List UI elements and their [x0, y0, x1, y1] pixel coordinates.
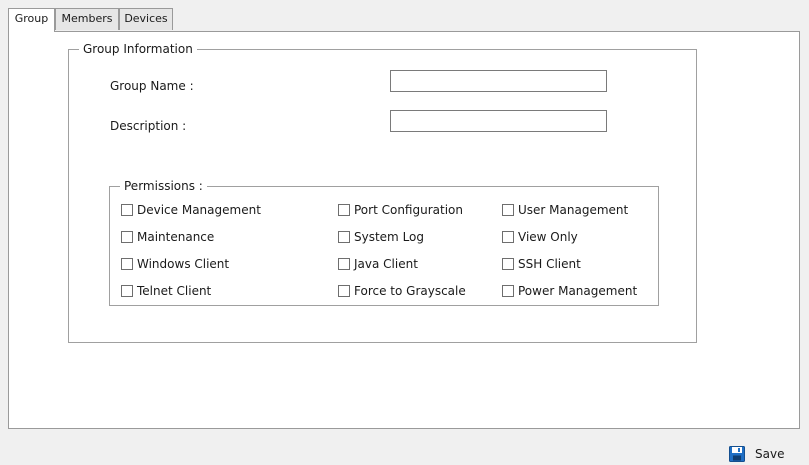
- checkbox[interactable]: [121, 231, 133, 243]
- permission-label: Device Management: [137, 203, 261, 217]
- group-tab-panel: Group Information Group Name : Descripti…: [8, 31, 800, 429]
- permission-port-configuration[interactable]: Port Configuration: [338, 202, 463, 218]
- checkbox[interactable]: [502, 231, 514, 243]
- checkbox[interactable]: [502, 258, 514, 270]
- checkbox[interactable]: [121, 285, 133, 297]
- checkbox[interactable]: [502, 285, 514, 297]
- permission-view-only[interactable]: View Only: [502, 229, 578, 245]
- permission-system-log[interactable]: System Log: [338, 229, 424, 245]
- permission-telnet-client[interactable]: Telnet Client: [121, 283, 211, 299]
- tab-members[interactable]: Members: [55, 8, 119, 30]
- checkbox[interactable]: [338, 285, 350, 297]
- permission-ssh-client[interactable]: SSH Client: [502, 256, 581, 272]
- permission-power-management[interactable]: Power Management: [502, 283, 637, 299]
- group-name-input[interactable]: [390, 70, 607, 92]
- permission-label: Maintenance: [137, 230, 215, 244]
- tab-group[interactable]: Group: [8, 8, 55, 32]
- save-button[interactable]: Save: [729, 444, 784, 464]
- floppy-disk-icon: [729, 446, 745, 462]
- permission-label: Force to Grayscale: [354, 284, 466, 298]
- permission-label: Power Management: [518, 284, 638, 298]
- description-input[interactable]: [390, 110, 607, 132]
- tab-devices[interactable]: Devices: [119, 8, 173, 30]
- checkbox[interactable]: [338, 231, 350, 243]
- group-name-label: Group Name :: [110, 79, 194, 93]
- permission-device-management[interactable]: Device Management: [121, 202, 261, 218]
- permission-label: Windows Client: [137, 257, 230, 271]
- permission-label: System Log: [354, 230, 424, 244]
- permission-java-client[interactable]: Java Client: [338, 256, 418, 272]
- permission-label: View Only: [518, 230, 578, 244]
- permissions-fieldset: Permissions : Device Management Port Con…: [109, 178, 659, 306]
- permission-label: User Management: [518, 203, 629, 217]
- checkbox[interactable]: [338, 258, 350, 270]
- permission-force-to-grayscale[interactable]: Force to Grayscale: [338, 283, 466, 299]
- permissions-legend: Permissions :: [120, 178, 207, 194]
- permission-maintenance[interactable]: Maintenance: [121, 229, 214, 245]
- description-label: Description :: [110, 119, 187, 133]
- permission-label: Java Client: [354, 257, 418, 271]
- permission-label: SSH Client: [518, 257, 581, 271]
- checkbox[interactable]: [121, 258, 133, 270]
- checkbox[interactable]: [338, 204, 350, 216]
- permission-label: Telnet Client: [137, 284, 212, 298]
- permission-windows-client[interactable]: Windows Client: [121, 256, 229, 272]
- checkbox[interactable]: [121, 204, 133, 216]
- permission-label: Port Configuration: [354, 203, 463, 217]
- save-label: Save: [755, 447, 785, 461]
- checkbox[interactable]: [502, 204, 514, 216]
- permission-user-management[interactable]: User Management: [502, 202, 628, 218]
- group-information-fieldset: Group Information Group Name : Descripti…: [68, 41, 697, 343]
- group-information-legend: Group Information: [79, 41, 197, 57]
